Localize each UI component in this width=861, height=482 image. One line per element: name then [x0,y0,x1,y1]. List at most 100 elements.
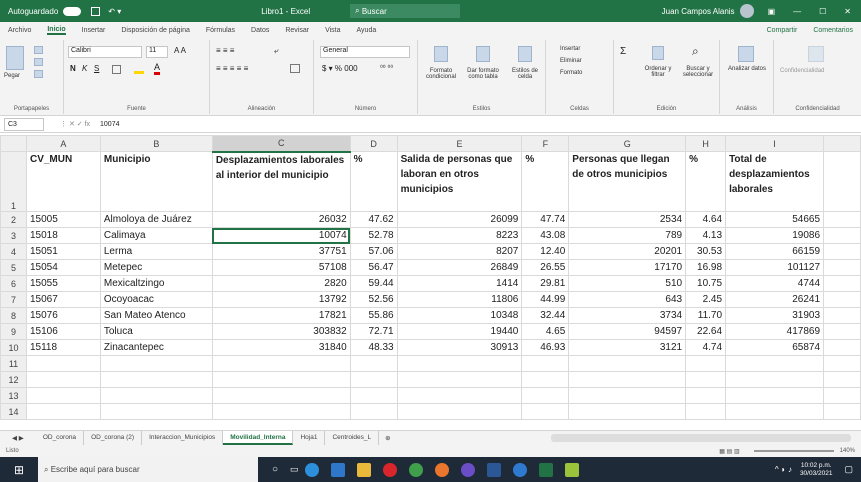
share-button[interactable]: Compartir [767,27,798,34]
cell-styles-icon[interactable] [518,46,532,62]
table-cell[interactable]: 22.64 [685,323,727,340]
empty-cell[interactable] [568,387,687,404]
firefox-icon[interactable] [434,462,449,477]
table-cell[interactable]: 15054 [25,259,101,276]
table-cell[interactable]: 8207 [396,243,523,260]
column-header-g[interactable]: G [568,135,687,152]
autosave-toggle[interactable] [63,6,82,16]
sensitivity-label[interactable]: Confidencialidad [780,68,824,74]
table-cell[interactable]: 31903 [725,307,825,324]
conditional-format-icon[interactable] [434,46,448,62]
file-explorer-icon[interactable] [356,462,371,477]
table-cell[interactable]: 26032 [211,211,351,228]
menu-inicio[interactable]: Inicio [47,26,66,35]
table-cell[interactable]: 4.65 [521,323,570,340]
empty-cell[interactable] [568,371,687,388]
qgis-icon[interactable] [564,462,579,477]
table-cell[interactable]: 2.45 [685,291,727,308]
table-cell[interactable]: 3734 [568,307,687,324]
sheet-tab[interactable]: Interaccion_Municipios [142,431,224,445]
table-cell[interactable]: 94597 [568,323,687,340]
empty-cell[interactable] [685,387,727,404]
column-header-e[interactable]: E [396,135,523,152]
empty-cell[interactable] [823,307,861,324]
table-cell[interactable]: 417869 [725,323,825,340]
table-cell[interactable]: 510 [568,275,687,292]
table-cell[interactable]: 15118 [25,339,101,356]
table-cell[interactable]: Mexicaltzingo [99,275,213,292]
save-icon[interactable] [91,6,101,16]
sheet-tab[interactable]: OD_corona [36,431,85,445]
avatar[interactable] [739,4,754,18]
table-cell[interactable]: 15051 [25,243,101,260]
table-cell[interactable]: 8223 [396,227,523,244]
empty-cell[interactable] [823,211,861,228]
menu-formulas[interactable]: Fórmulas [206,27,235,34]
row-header[interactable]: 1 [0,151,27,212]
empty-cell[interactable] [396,355,523,372]
table-cell[interactable]: 101127 [725,259,825,276]
table-cell[interactable]: 16.98 [685,259,727,276]
table-cell[interactable]: San Mateo Atenco [99,307,213,324]
empty-cell[interactable] [823,403,861,420]
table-cell[interactable]: 1414 [396,275,523,292]
search-box[interactable]: ⌕ Buscar [350,4,461,18]
table-cell[interactable]: 4.64 [685,211,727,228]
app-icon[interactable] [512,462,527,477]
column-header-h[interactable]: H [685,135,727,152]
row-header[interactable]: 12 [0,371,27,388]
empty-cell[interactable] [823,387,861,404]
table-cell[interactable]: 4744 [725,275,825,292]
table-cell[interactable]: 54665 [725,211,825,228]
table-cell[interactable]: 44.99 [521,291,570,308]
task-view-icon[interactable]: ▭ [290,464,299,475]
align-top-icon[interactable]: ≡ ≡ ≡ [216,46,234,55]
table-cell[interactable]: 19086 [725,227,825,244]
header-cell[interactable]: % [521,151,570,212]
empty-cell[interactable] [349,371,398,388]
delete-cells-button[interactable]: Eliminar [560,58,582,64]
table-cell[interactable]: 29.81 [521,275,570,292]
empty-cell[interactable] [25,355,101,372]
empty-cell[interactable] [99,371,213,388]
row-header[interactable]: 9 [0,323,27,340]
zoom-level[interactable]: 140% [840,448,855,454]
autosum-icon[interactable]: Σ [620,46,626,57]
table-cell[interactable]: 15018 [25,227,101,244]
empty-cell[interactable] [725,355,825,372]
empty-cell[interactable] [568,355,687,372]
insert-cells-button[interactable]: Insertar [560,46,580,52]
view-buttons[interactable]: ▦ ▤ ▥ [719,448,739,455]
column-header-b[interactable]: B [99,135,213,152]
header-cell[interactable]: Personas que llegan de otros municipios [568,151,687,212]
menu-revisar[interactable]: Revisar [285,27,309,34]
empty-cell[interactable] [823,291,861,308]
table-cell[interactable]: 15055 [25,275,101,292]
table-cell[interactable]: 20201 [568,243,687,260]
table-cell[interactable]: 4.74 [685,339,727,356]
decimal-icon[interactable]: ⁰⁰ ⁰⁰ [380,64,393,72]
table-cell[interactable]: 57108 [211,259,351,276]
table-cell[interactable]: 17170 [568,259,687,276]
table-cell[interactable]: 4.13 [685,227,727,244]
autosave-label[interactable]: Autoguardado [8,7,58,16]
font-name-select[interactable]: Calibri [68,46,142,58]
empty-cell[interactable] [99,355,213,372]
table-cell[interactable]: 10.75 [685,275,727,292]
row-header[interactable]: 8 [0,307,27,324]
header-cell[interactable]: % [685,151,727,212]
empty-cell[interactable] [25,403,101,420]
cortana-icon[interactable]: ○ [272,464,278,475]
table-cell[interactable]: 2534 [568,211,687,228]
empty-cell[interactable] [349,355,398,372]
cut-icon[interactable] [34,46,43,54]
copy-icon[interactable] [34,58,43,66]
chrome-icon[interactable] [408,462,423,477]
table-cell[interactable]: 17821 [211,307,351,324]
empty-cell[interactable] [823,259,861,276]
wrap-text-icon[interactable]: ⤶ [274,46,278,56]
empty-cell[interactable] [396,403,523,420]
menu-datos[interactable]: Datos [251,27,269,34]
table-cell[interactable]: 47.62 [349,211,398,228]
table-cell[interactable]: 56.47 [349,259,398,276]
